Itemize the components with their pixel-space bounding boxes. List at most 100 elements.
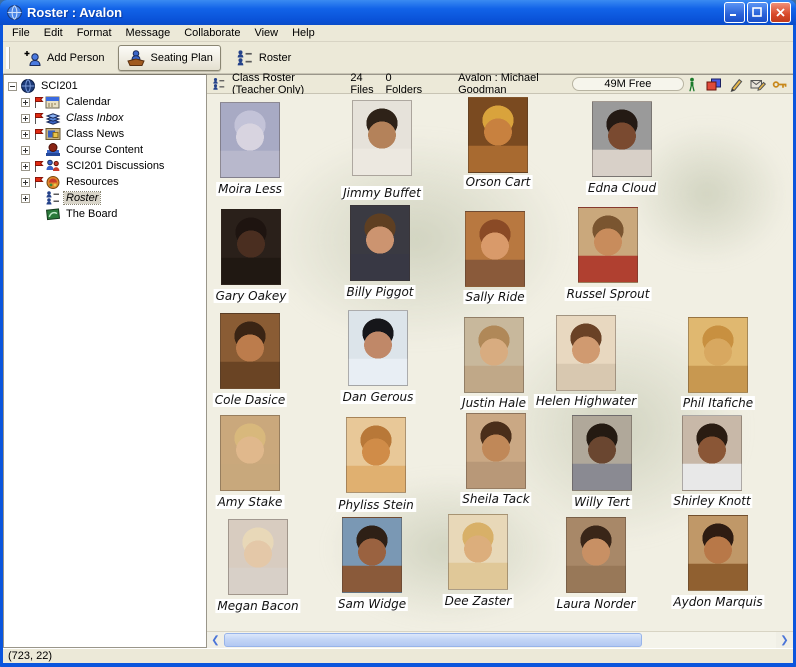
student-name-label: Aydon Marquis [671,595,764,609]
expand-expander-icon[interactable] [21,114,30,123]
globe-icon [20,78,36,94]
class-roster-icon [212,77,226,91]
server-user: Avalon : Michael Goodman [458,72,558,96]
student-card-justin-hale: Justin Hale [464,317,524,393]
key-pencil-icon[interactable] [772,77,788,92]
student-card-phil-itafiche: Phil Itafiche [688,317,748,393]
tree-item-sci201[interactable]: SCI201 [4,78,206,94]
tree-item-label: SCI201 Discussions [64,160,166,172]
student-photo[interactable] [228,519,288,595]
tree-item-course-content[interactable]: Course Content [4,142,206,158]
student-photo[interactable] [348,310,408,386]
student-name-label: Russel Sprout [565,287,652,301]
tree-item-class-news[interactable]: Class News [4,126,206,142]
cursor-coordinates: (723, 22) [8,650,52,662]
collapse-expander-icon[interactable] [8,82,17,91]
title-bar[interactable]: Roster : Avalon [0,0,796,25]
student-photo[interactable] [578,207,638,283]
tree-item-the-board[interactable]: The Board [4,206,206,222]
horizontal-scrollbar[interactable]: ❮ ❯ [207,631,793,648]
menu-view[interactable]: View [247,26,285,40]
green-person-icon[interactable] [684,77,700,92]
tree-item-resources[interactable]: Resources [4,174,206,190]
tree-item-label: Class Inbox [64,112,125,124]
student-name-label: Orson Cart [464,175,533,189]
student-photo[interactable] [556,315,616,391]
student-card-helen-highwater: Helen Highwater [556,315,616,391]
student-name-label: Sam Widge [336,597,408,611]
student-photo[interactable] [220,415,280,491]
scrollbar-thumb[interactable] [224,633,642,647]
expand-expander-icon[interactable] [21,130,30,139]
files-count: 24 Files [350,72,379,96]
student-photo[interactable] [468,97,528,173]
student-photo[interactable] [352,100,412,176]
envelope-pencil-icon[interactable] [750,77,766,92]
student-photo[interactable] [448,514,508,590]
add-person-button[interactable]: Add Person [15,45,112,71]
student-name-label: Phil Itafiche [681,396,755,410]
tree-item-label: The Board [64,208,119,220]
menu-help[interactable]: Help [285,26,322,40]
folders-icon[interactable] [706,77,722,92]
menu-edit[interactable]: Edit [37,26,70,40]
add-person-label: Add Person [47,52,104,64]
tree-item-sci201-discussions[interactable]: SCI201 Discussions [4,158,206,174]
folders-count: 0 Folders [385,72,422,96]
roster-button[interactable]: Roster [227,45,299,71]
student-photo[interactable] [688,317,748,393]
maximize-button[interactable] [747,2,768,23]
scrollbar-track[interactable] [642,632,776,648]
seating-plan-label: Seating Plan [150,52,212,64]
expand-expander-icon[interactable] [21,194,30,203]
student-name-label: Billy Piggot [344,285,415,299]
seating-plan-button[interactable]: Seating Plan [118,45,220,71]
student-name-label: Cole Dasice [213,393,287,407]
close-button[interactable] [770,2,791,23]
menu-bar: FileEditFormatMessageCollaborateViewHelp [3,25,793,42]
folder-tree-panel: SCI201Calendar Class Inbox Class News Cours… [3,74,207,648]
expand-expander-icon[interactable] [21,98,30,107]
pencil-icon[interactable] [728,77,744,92]
minimize-button[interactable] [724,2,745,23]
student-photo[interactable] [220,102,280,178]
student-photo[interactable] [566,517,626,593]
student-photo[interactable] [221,209,281,285]
tree-item-label: Roster [64,192,100,204]
student-photo[interactable] [220,313,280,389]
student-name-label: Phyliss Stein [336,498,416,512]
scroll-left-arrow[interactable]: ❮ [207,632,224,648]
student-name-label: Laura Norder [555,597,638,611]
tree-item-label: Course Content [64,144,145,156]
seating-plan-icon [126,49,146,67]
tree-item-label: Class News [64,128,126,140]
student-photo[interactable] [350,205,410,281]
menu-format[interactable]: Format [70,26,119,40]
student-photo[interactable] [572,415,632,491]
student-photo[interactable] [465,211,525,287]
student-card-cole-dasice: Cole Dasice [220,313,280,389]
menu-message[interactable]: Message [119,26,178,40]
scroll-right-arrow[interactable]: ❯ [776,632,793,648]
student-name-label: Jimmy Buffet [341,186,423,200]
news-icon [45,126,61,142]
student-photo[interactable] [464,317,524,393]
expand-expander-icon[interactable] [21,146,30,155]
student-photo[interactable] [342,517,402,593]
menu-file[interactable]: File [5,26,37,40]
student-photo[interactable] [346,417,406,493]
student-photo[interactable] [688,515,748,591]
tree-item-calendar[interactable]: Calendar [4,94,206,110]
student-name-label: Shirley Knott [671,494,752,508]
menu-collaborate[interactable]: Collaborate [177,26,247,40]
tree-item-roster[interactable]: Roster [4,190,206,206]
student-photo[interactable] [592,101,652,177]
student-name-label: Helen Highwater [534,394,638,408]
student-photo[interactable] [466,413,526,489]
expand-expander-icon[interactable] [21,162,30,171]
toolbar-grip[interactable] [6,47,10,69]
expand-expander-icon[interactable] [21,178,30,187]
tree-item-class-inbox[interactable]: Class Inbox [4,110,206,126]
student-photo[interactable] [682,415,742,491]
student-name-label: Gary Oakey [214,289,289,303]
